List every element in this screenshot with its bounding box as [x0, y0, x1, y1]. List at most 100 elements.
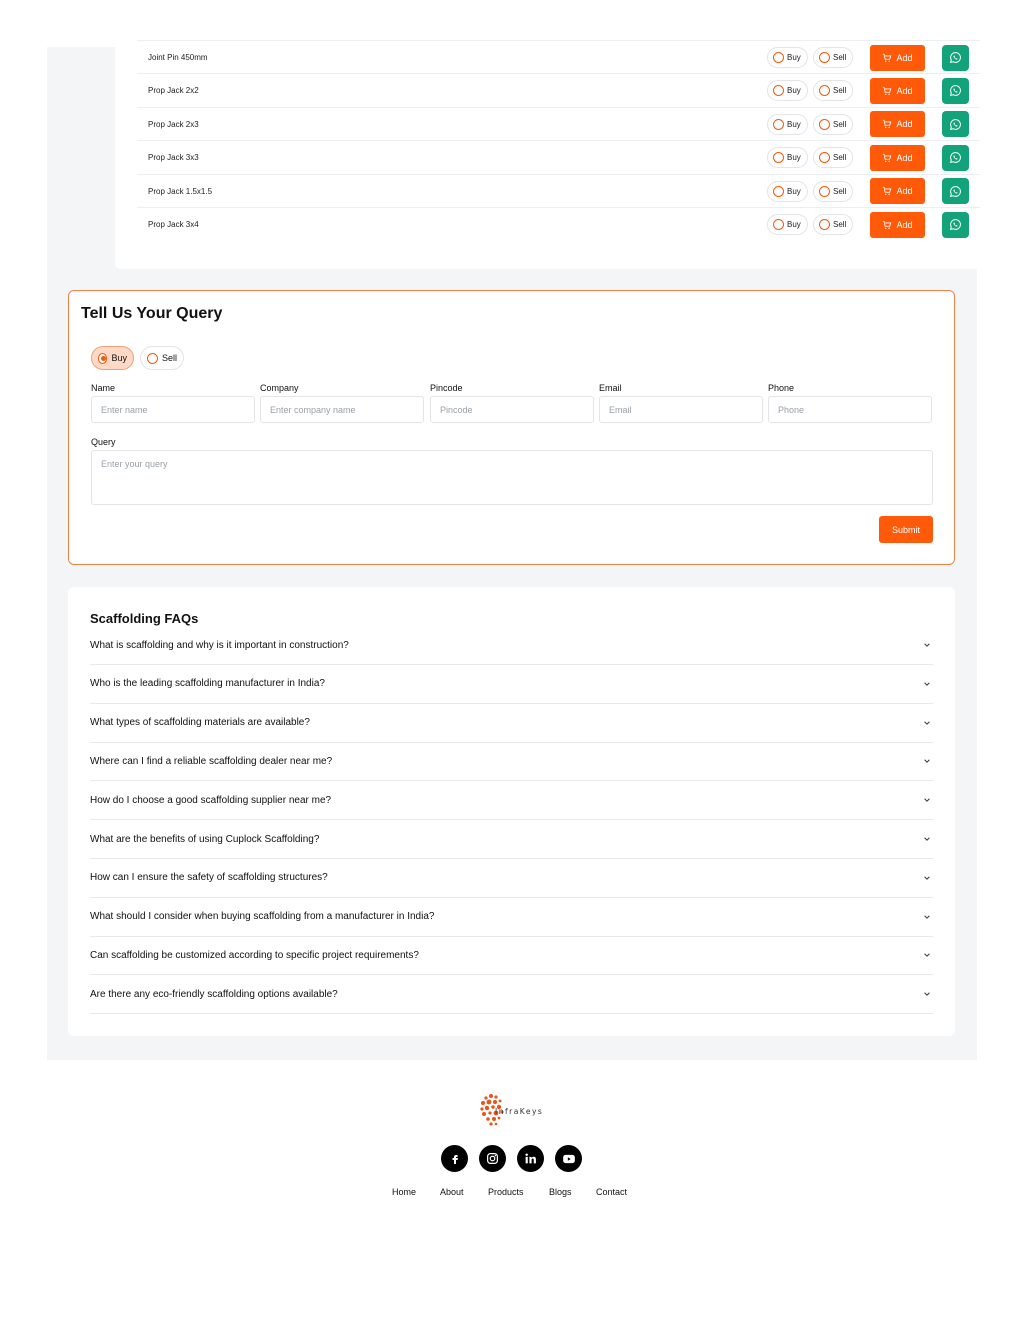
submit-button[interactable]: Submit — [879, 516, 933, 543]
product-buy-radio[interactable]: Buy — [767, 147, 808, 169]
infrakeys-logo[interactable]: InfraKeys — [478, 1092, 548, 1130]
buy-label: Buy — [787, 119, 801, 129]
chevron-down-icon — [924, 643, 930, 647]
name-input[interactable]: Enter name — [91, 396, 255, 423]
product-buy-radio[interactable]: Buy — [767, 180, 808, 202]
chevron-down-icon — [924, 798, 930, 803]
faq-item[interactable]: How do I choose a good scaffolding suppl… — [90, 781, 933, 821]
product-name: Prop Jack 1.5x1.5 — [148, 186, 213, 196]
logo-text: InfraKeys — [495, 1107, 544, 1116]
cart-icon — [883, 186, 892, 196]
pincode-label: Pincode — [430, 383, 463, 393]
chevron-down-icon — [924, 915, 930, 919]
product-sell-radio[interactable]: Sell — [813, 180, 853, 202]
product-buy-radio[interactable]: Buy — [767, 47, 808, 68]
whatsapp-icon — [949, 52, 961, 64]
cart-icon — [883, 220, 892, 229]
chevron-down-icon — [924, 992, 930, 997]
footer-nav-blogs[interactable]: Blogs — [549, 1187, 572, 1197]
faq-item[interactable]: What types of scaffolding materials are … — [90, 704, 933, 743]
add-to-cart-button[interactable]: Add — [870, 178, 925, 205]
chevron-down-icon — [924, 721, 930, 725]
radio-icon — [773, 219, 784, 230]
product-buy-radio[interactable]: Buy — [767, 80, 808, 102]
radio-icon — [98, 352, 108, 364]
name-label: Name — [91, 383, 116, 393]
add-to-cart-button[interactable]: Add — [870, 111, 925, 138]
footer-nav-home[interactable]: Home — [392, 1187, 416, 1197]
radio-icon — [819, 219, 830, 230]
sell-label: Sell — [833, 53, 847, 62]
product-sell-radio[interactable]: Sell — [813, 47, 853, 68]
faq-question: What types of scaffolding materials are … — [90, 717, 310, 729]
buy-label: Buy — [787, 53, 801, 62]
whatsapp-button[interactable] — [942, 178, 969, 205]
product-row: Prop Jack 2x2 Buy Sell Add — [137, 73, 980, 107]
radio-icon — [773, 152, 784, 164]
product-row: Prop Jack 3x4 Buy Sell Add — [137, 207, 980, 241]
add-label: Add — [896, 152, 913, 163]
whatsapp-icon — [949, 85, 961, 97]
cart-icon — [883, 153, 892, 162]
query-buy-label: Buy — [111, 353, 127, 363]
instagram-icon[interactable] — [479, 1145, 506, 1172]
footer-nav-contact[interactable]: Contact — [596, 1187, 627, 1197]
product-buy-radio[interactable]: Buy — [767, 214, 808, 235]
add-to-cart-button[interactable]: Add — [870, 144, 925, 171]
faq-item[interactable]: Where can I find a reliable scaffolding … — [90, 742, 933, 782]
faq-item[interactable]: How can I ensure the safety of scaffoldi… — [90, 859, 933, 898]
buy-label: Buy — [787, 220, 801, 229]
query-sell-label: Sell — [161, 353, 177, 363]
whatsapp-button[interactable] — [942, 211, 969, 238]
add-to-cart-button[interactable]: Add — [870, 77, 925, 104]
faq-question: Who is the leading scaffolding manufactu… — [90, 678, 325, 690]
radio-icon — [819, 85, 830, 97]
facebook-icon[interactable] — [441, 1145, 468, 1172]
product-row: Prop Jack 3x3 Buy Sell Add — [137, 140, 980, 174]
query-buy-radio[interactable]: Buy — [91, 346, 134, 370]
radio-icon — [773, 118, 784, 130]
chevron-down-icon — [924, 837, 930, 841]
whatsapp-button[interactable] — [942, 111, 969, 138]
product-buy-radio[interactable]: Buy — [767, 113, 808, 135]
add-to-cart-button[interactable]: Add — [870, 44, 925, 71]
add-to-cart-button[interactable]: Add — [870, 211, 925, 238]
query-title: Tell Us Your Query — [81, 305, 223, 322]
footer-nav-about[interactable]: About — [440, 1187, 464, 1197]
product-sell-radio[interactable]: Sell — [813, 147, 853, 169]
faq-item[interactable]: Can scaffolding be customized according … — [90, 936, 933, 976]
youtube-icon[interactable] — [555, 1145, 582, 1172]
faq-item[interactable]: What should I consider when buying scaff… — [90, 898, 933, 937]
add-label: Add — [896, 85, 913, 96]
phone-input[interactable]: Phone — [768, 396, 932, 423]
faq-question: What are the benefits of using Cuplock S… — [90, 833, 320, 845]
pincode-input[interactable]: Pincode — [430, 396, 594, 423]
query-form: Tell Us Your Query Buy Sell Name Enter n… — [68, 290, 955, 565]
faq-item[interactable]: Are there any eco-friendly scaffolding o… — [90, 975, 933, 1015]
faq-question: What is scaffolding and why is it import… — [90, 639, 349, 651]
faq-item[interactable]: What are the benefits of using Cuplock S… — [90, 820, 933, 859]
whatsapp-button[interactable] — [942, 44, 969, 71]
product-sell-radio[interactable]: Sell — [813, 80, 853, 102]
faq-item[interactable]: Who is the leading scaffolding manufactu… — [90, 665, 933, 704]
product-sell-radio[interactable]: Sell — [813, 113, 853, 135]
buy-label: Buy — [787, 86, 801, 96]
company-input[interactable]: Enter company name — [260, 396, 424, 423]
products-card: Joint Pin 450mm Buy Sell Add Prop Jack 2x2 Bu… — [115, 40, 1002, 269]
email-input[interactable]: Email — [599, 396, 763, 423]
query-sell-radio[interactable]: Sell — [140, 346, 184, 370]
whatsapp-button[interactable] — [942, 77, 969, 104]
whatsapp-button[interactable] — [942, 144, 969, 171]
product-sell-radio[interactable]: Sell — [813, 214, 853, 235]
add-label: Add — [896, 219, 913, 230]
linkedin-icon[interactable] — [517, 1145, 544, 1172]
faq-question: How do I choose a good scaffolding suppl… — [90, 794, 332, 806]
product-name: Prop Jack 2x3 — [148, 119, 199, 129]
page-background: Joint Pin 450mm Buy Sell Add Prop Jack 2x2 Bu… — [47, 40, 1002, 1060]
footer-nav-products[interactable]: Products — [488, 1187, 524, 1197]
query-textarea[interactable]: Enter your query — [91, 450, 933, 505]
radio-icon — [819, 52, 830, 63]
faq-item[interactable]: What is scaffolding and why is it import… — [90, 626, 933, 665]
cart-icon — [883, 120, 892, 129]
sell-label: Sell — [833, 119, 847, 129]
